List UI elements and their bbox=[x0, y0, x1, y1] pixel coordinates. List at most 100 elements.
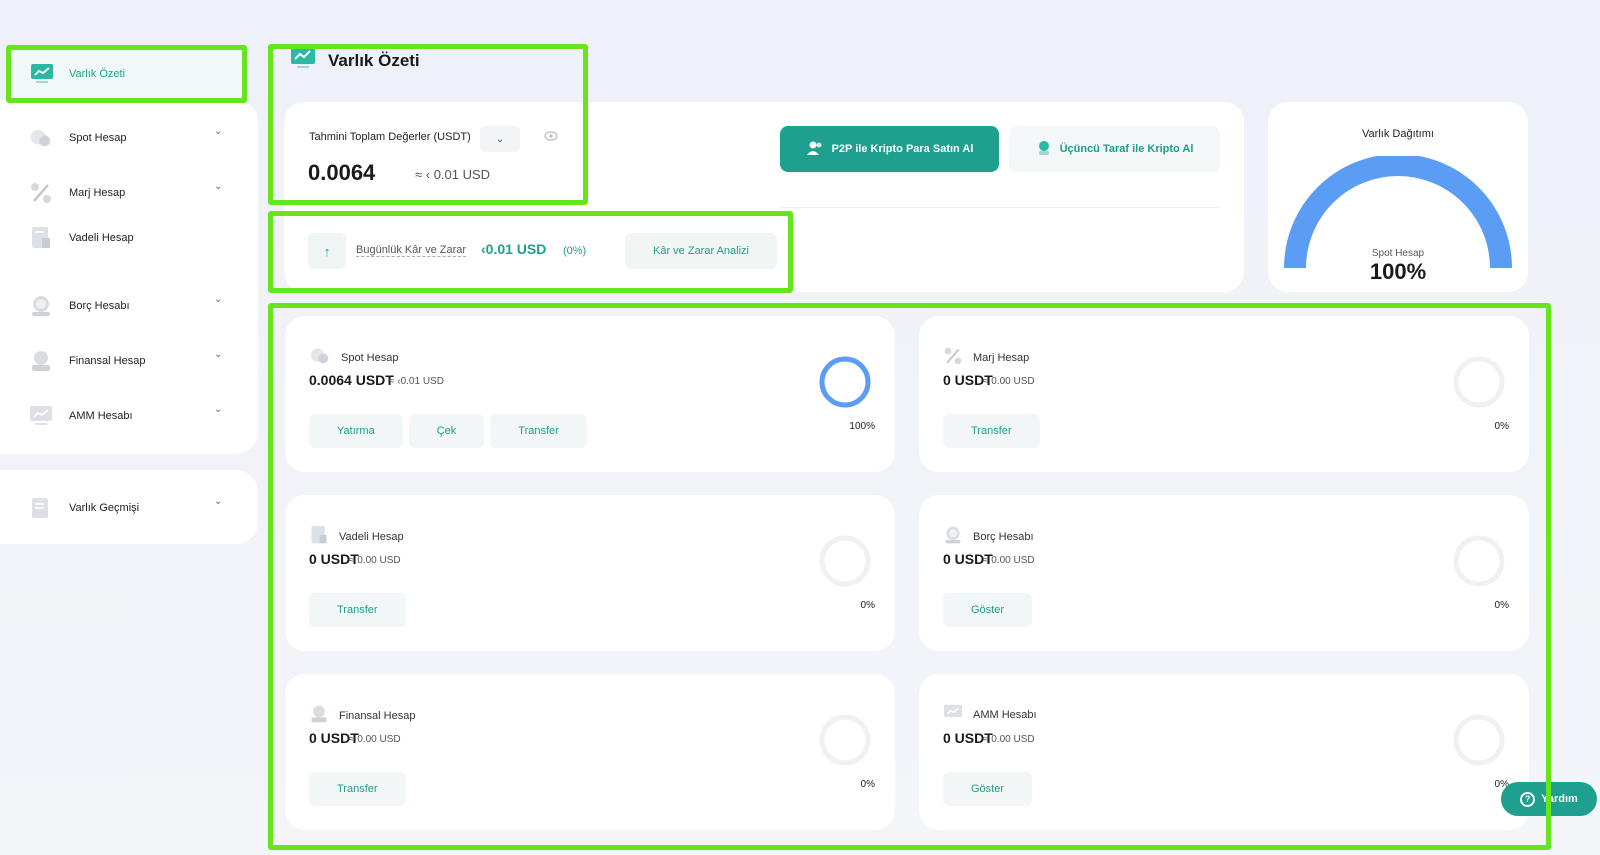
sidebar-item-label: AMM Hesabı bbox=[69, 410, 133, 422]
page-title-text: Varlık Özeti bbox=[328, 50, 420, 70]
third-party-buy-button[interactable]: Üçüncü Taraf ile Kripto Al bbox=[1009, 126, 1220, 172]
document-icon bbox=[29, 226, 53, 250]
daily-pnl-label[interactable]: Bugünlük Kâr ve Zarar bbox=[356, 244, 467, 257]
account-share-percent: 0% bbox=[1494, 600, 1509, 611]
account-approx-usd: ≈ 0.00 USD bbox=[983, 376, 1035, 387]
account-approx-usd: ≈ 0.00 USD bbox=[349, 734, 401, 745]
account-share-ring bbox=[819, 356, 871, 408]
chevron-down-icon[interactable]: ⌄ bbox=[214, 126, 222, 137]
chevron-down-icon[interactable]: ⌄ bbox=[214, 294, 222, 305]
sidebar-item-asset-overview[interactable]: Varlık Özeti bbox=[10, 48, 242, 100]
page-title: Varlık Özeti bbox=[290, 46, 420, 75]
account-approx-usd: ≈ 0.00 USD bbox=[349, 555, 401, 566]
account-share-ring bbox=[1453, 535, 1505, 587]
account-share-percent: 0% bbox=[860, 779, 875, 790]
currency-dropdown-button[interactable]: ⌄ bbox=[480, 126, 520, 152]
chevron-down-icon[interactable]: ⌄ bbox=[214, 349, 222, 360]
sidebar-item-finance[interactable]: Finansal Hesap ⌄ bbox=[0, 343, 258, 379]
sidebar-item-asset-history[interactable]: Varlık Geçmişi ⌄ bbox=[0, 490, 258, 526]
account-header: AMM Hesabı bbox=[943, 704, 1037, 725]
account-card: Spot Hesap 0.0064 USDT ≈ ‹0.01 USD Yatırma Ç… bbox=[285, 316, 895, 472]
sidebar-item-futures[interactable]: Vadeli Hesap bbox=[0, 220, 258, 256]
p2p-button-label: P2P ile Kripto Para Satın Al bbox=[831, 143, 974, 155]
account-share-ring bbox=[819, 535, 871, 587]
chevron-down-icon[interactable]: ⌄ bbox=[214, 181, 222, 192]
total-value: 0.0064 bbox=[308, 160, 376, 185]
account-share-percent: 0% bbox=[1494, 421, 1509, 432]
account-header: Finansal Hesap bbox=[309, 704, 415, 727]
account-card: AMM Hesabı 0 USDT ≈ 0.00 USD Göster 0% bbox=[919, 674, 1529, 830]
third-party-button-label: Üçüncü Taraf ile Kripto Al bbox=[1059, 143, 1194, 155]
account-actions: Transfer bbox=[309, 772, 406, 806]
account-name: Marj Hesap bbox=[973, 351, 1030, 364]
coins-icon bbox=[309, 346, 331, 369]
sidebar-item-label: Varlık Geçmişi bbox=[69, 502, 140, 514]
chevron-down-icon: ⌄ bbox=[495, 133, 505, 145]
account-action-button[interactable]: Çek bbox=[408, 414, 485, 448]
account-share-percent: 0% bbox=[860, 600, 875, 611]
account-action-button[interactable]: Transfer bbox=[490, 414, 587, 448]
account-value: 0.0064 USDT bbox=[309, 372, 394, 388]
chevron-down-icon[interactable]: ⌄ bbox=[214, 404, 222, 415]
sidebar-item-label: Marj Hesap bbox=[69, 187, 126, 199]
account-share-fill bbox=[819, 356, 871, 408]
total-approx-usd: ≈ ‹ 0.01 USD bbox=[415, 167, 491, 182]
account-actions: Transfer bbox=[943, 414, 1040, 448]
account-action-button[interactable]: Göster bbox=[943, 772, 1033, 806]
account-header: Vadeli Hesap bbox=[309, 525, 404, 548]
account-action-button[interactable]: Göster bbox=[943, 593, 1033, 627]
percent-icon bbox=[943, 346, 963, 369]
help-label: Yardım bbox=[1541, 793, 1578, 805]
chart-monitor-icon bbox=[290, 46, 316, 75]
account-action-button[interactable]: Transfer bbox=[309, 593, 406, 627]
sidebar-item-loan[interactable]: Borç Hesabı ⌄ bbox=[0, 288, 258, 324]
account-name: Spot Hesap bbox=[341, 351, 399, 364]
account-name: Borç Hesabı bbox=[973, 530, 1034, 543]
account-card: Finansal Hesap 0 USDT ≈ 0.00 USD Transfer 0% bbox=[285, 674, 895, 830]
percent-icon bbox=[29, 181, 53, 205]
sidebar-item-amm[interactable]: AMM Hesabı ⌄ bbox=[0, 398, 258, 434]
account-card: Marj Hesap 0 USDT ≈ 0.00 USD Transfer 0% bbox=[919, 316, 1529, 472]
pnl-analysis-button[interactable]: Kâr ve Zarar Analizi bbox=[625, 233, 777, 269]
account-name: Vadeli Hesap bbox=[339, 530, 404, 543]
account-header: Spot Hesap bbox=[309, 346, 398, 369]
account-share-ring bbox=[1453, 356, 1505, 408]
sidebar-item-label: Varlık Özeti bbox=[69, 68, 126, 80]
account-action-button[interactable]: Transfer bbox=[309, 772, 406, 806]
divider bbox=[780, 207, 1220, 208]
loan-icon bbox=[943, 525, 963, 548]
p2p-buy-crypto-button[interactable]: P2P ile Kripto Para Satın Al bbox=[780, 126, 999, 172]
account-name: Finansal Hesap bbox=[339, 709, 416, 722]
sidebar-item-label: Borç Hesabı bbox=[69, 300, 130, 312]
daily-pnl-value: ‹0.01 USD bbox=[481, 241, 547, 257]
question-icon: ? bbox=[1520, 791, 1536, 807]
document-icon bbox=[309, 525, 329, 548]
estimated-total-label: Tahmini Toplam Değerler (USDT) bbox=[309, 131, 471, 143]
account-name: AMM Hesabı bbox=[973, 708, 1037, 721]
chevron-down-icon[interactable]: ⌄ bbox=[214, 496, 222, 507]
account-share-percent: 0% bbox=[1494, 779, 1509, 790]
daily-pnl-percent: (0%) bbox=[563, 245, 587, 257]
loan-icon bbox=[29, 294, 53, 318]
sidebar-item-margin[interactable]: Marj Hesap ⌄ bbox=[0, 175, 258, 211]
account-share-ring bbox=[819, 714, 871, 766]
amm-monitor-icon bbox=[943, 704, 963, 725]
person-badge-icon bbox=[1036, 140, 1052, 159]
account-approx-usd: ≈ 0.00 USD bbox=[983, 555, 1035, 566]
finance-icon bbox=[309, 704, 329, 727]
eye-icon[interactable] bbox=[544, 130, 558, 144]
distribution-title: Varlık Dağıtımı bbox=[1362, 128, 1434, 140]
distribution-percent: 100% bbox=[1369, 259, 1427, 284]
account-action-button[interactable]: Transfer bbox=[943, 414, 1040, 448]
sidebar-item-label: Spot Hesap bbox=[69, 132, 127, 144]
account-actions: Göster bbox=[943, 593, 1033, 627]
help-button[interactable]: ? Yardım bbox=[1501, 782, 1597, 816]
account-card: Vadeli Hesap 0 USDT ≈ 0.00 USD Transfer 0% bbox=[285, 495, 895, 651]
sidebar-item-spot[interactable]: Spot Hesap ⌄ bbox=[0, 120, 258, 156]
sidebar-item-label: Vadeli Hesap bbox=[69, 232, 134, 244]
chart-monitor-icon bbox=[30, 62, 54, 86]
account-action-button[interactable]: Yatırma bbox=[309, 414, 403, 448]
account-actions: Yatırma Çek Transfer bbox=[309, 414, 587, 448]
account-share-percent: 100% bbox=[849, 421, 875, 432]
users-icon bbox=[806, 140, 824, 159]
